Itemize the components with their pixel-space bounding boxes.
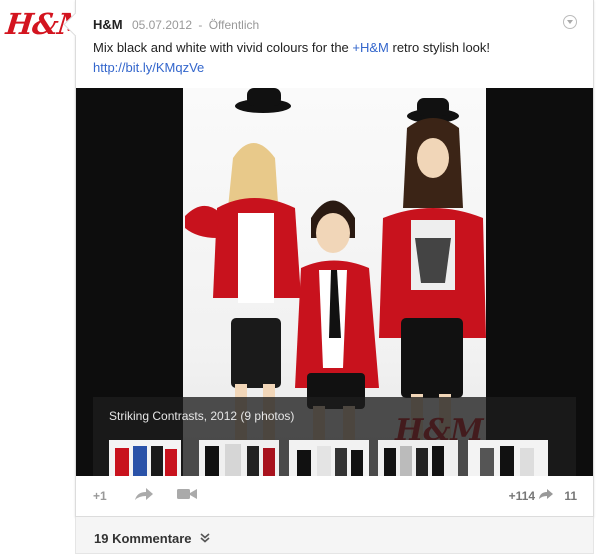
reshare-count[interactable]: 11: [564, 489, 577, 503]
comments-bar[interactable]: 19 Kommentare: [75, 517, 594, 554]
meta-separator: -: [198, 18, 203, 32]
brand-logo[interactable]: H&M: [4, 4, 90, 44]
post-text-part: Mix black and white with vivid colours f…: [93, 40, 353, 55]
album-thumbnail[interactable]: [289, 440, 369, 476]
reshare-icon[interactable]: [539, 488, 553, 500]
album-thumbnail[interactable]: [468, 440, 548, 476]
double-chevron-down-icon[interactable]: [200, 533, 210, 543]
author-name[interactable]: H&M: [93, 17, 123, 32]
post-date[interactable]: 05.07.2012: [132, 18, 192, 32]
album-strip[interactable]: Striking Contrasts, 2012 (9 photos): [93, 397, 576, 476]
plus-one-button[interactable]: +1: [93, 489, 107, 503]
post-card: H&M 05.07.2012 - Öffentlich Mix black an…: [75, 0, 594, 517]
album-thumbnail[interactable]: [199, 440, 279, 476]
action-bar: +1 +114 11: [76, 476, 593, 516]
thumbnail-image: [378, 440, 458, 476]
thumbnail-image: [109, 440, 181, 476]
post-text: Mix black and white with vivid colours f…: [93, 38, 573, 78]
thumbnail-image: [199, 440, 279, 476]
visibility-label[interactable]: Öffentlich: [209, 18, 259, 32]
plus-one-count[interactable]: +114: [509, 489, 535, 503]
album-thumbnail[interactable]: [109, 440, 181, 476]
thumbnail-image: [289, 440, 369, 476]
chevron-down-icon[interactable]: [563, 15, 577, 29]
album-title[interactable]: Striking Contrasts, 2012 (9 photos): [109, 409, 294, 423]
external-link[interactable]: http://bit.ly/KMqzVe: [93, 60, 204, 75]
mention-link[interactable]: +H&M: [352, 40, 388, 55]
video-camera-icon[interactable]: [177, 487, 197, 501]
share-icon[interactable]: [135, 487, 153, 501]
media-viewer[interactable]: H&M Striking Contrasts, 2012 (9 photos): [76, 88, 593, 476]
thumbnail-image: [468, 440, 548, 476]
post-header: H&M 05.07.2012 - Öffentlich: [93, 17, 563, 32]
post-text-part: retro stylish look!: [388, 40, 491, 55]
comments-count[interactable]: 19 Kommentare: [94, 531, 192, 546]
album-thumbnail[interactable]: [378, 440, 458, 476]
